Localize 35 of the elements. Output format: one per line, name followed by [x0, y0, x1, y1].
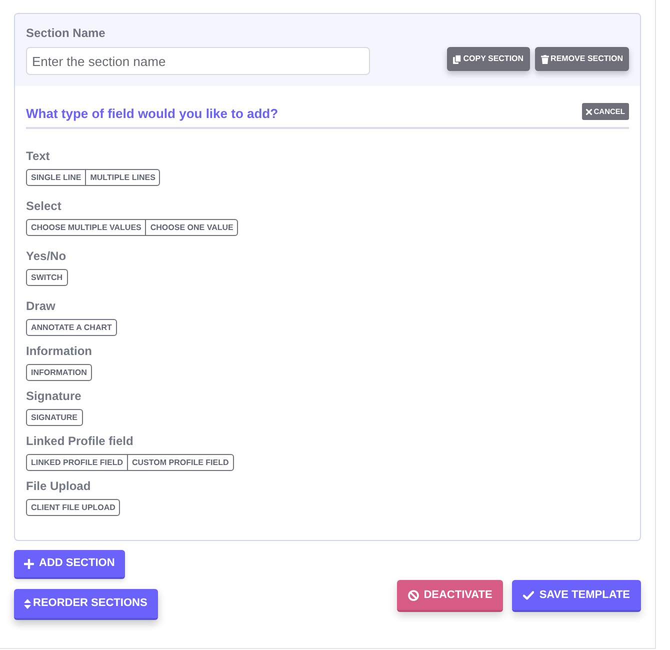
- field-group-label: File Upload: [26, 479, 91, 493]
- field-type-option[interactable]: CLIENT FILE UPLOAD: [26, 499, 120, 516]
- field-type-option[interactable]: SINGLE LINE: [26, 169, 86, 186]
- field-group-label: Select: [26, 199, 62, 213]
- field-type-option[interactable]: INFORMATION: [26, 364, 92, 381]
- field-type-option[interactable]: CHOOSE ONE VALUE: [145, 219, 238, 236]
- section-name-label: Section Name: [26, 26, 106, 40]
- field-type-option[interactable]: MULTIPLE LINES: [85, 169, 160, 186]
- copy-section-button[interactable]: COPY SECTION: [447, 47, 530, 71]
- add-section-button[interactable]: ADD SECTION: [14, 550, 125, 579]
- field-type-option[interactable]: SIGNATURE: [26, 409, 83, 426]
- copy-icon: [453, 54, 462, 64]
- field-group-label: Draw: [26, 299, 56, 313]
- field-group-label: Signature: [26, 389, 82, 403]
- remove-section-button[interactable]: REMOVE SECTION: [534, 47, 629, 71]
- sort-icon: [24, 598, 31, 608]
- field-type-option[interactable]: ANNOTATE A CHART: [26, 319, 117, 336]
- field-group-label: Yes/No: [26, 249, 66, 263]
- ban-icon: [408, 590, 419, 600]
- field-type-option[interactable]: SWITCH: [26, 269, 68, 286]
- field-type-option[interactable]: CHOOSE MULTIPLE VALUES: [26, 219, 146, 236]
- close-icon: [586, 108, 592, 114]
- field-type-option[interactable]: CUSTOM PROFILE FIELD: [127, 454, 234, 471]
- reorder-sections-button[interactable]: REORDER SECTIONS: [14, 589, 158, 620]
- field-type-prompt: What type of field would you like to add?: [26, 106, 278, 122]
- field-group-label: Linked Profile field: [26, 434, 134, 448]
- section-name-input[interactable]: Enter the section name: [26, 47, 370, 75]
- check-icon: [523, 590, 534, 600]
- trash-icon: [540, 54, 549, 64]
- field-group-label: Information: [26, 344, 92, 358]
- field-group-label: Text: [26, 149, 50, 163]
- field-type-option[interactable]: LINKED PROFILE FIELD: [26, 454, 128, 471]
- plus-icon: [24, 558, 34, 568]
- save-template-button[interactable]: SAVE TEMPLATE: [512, 580, 641, 612]
- deactivate-button[interactable]: DEACTIVATE: [396, 580, 504, 612]
